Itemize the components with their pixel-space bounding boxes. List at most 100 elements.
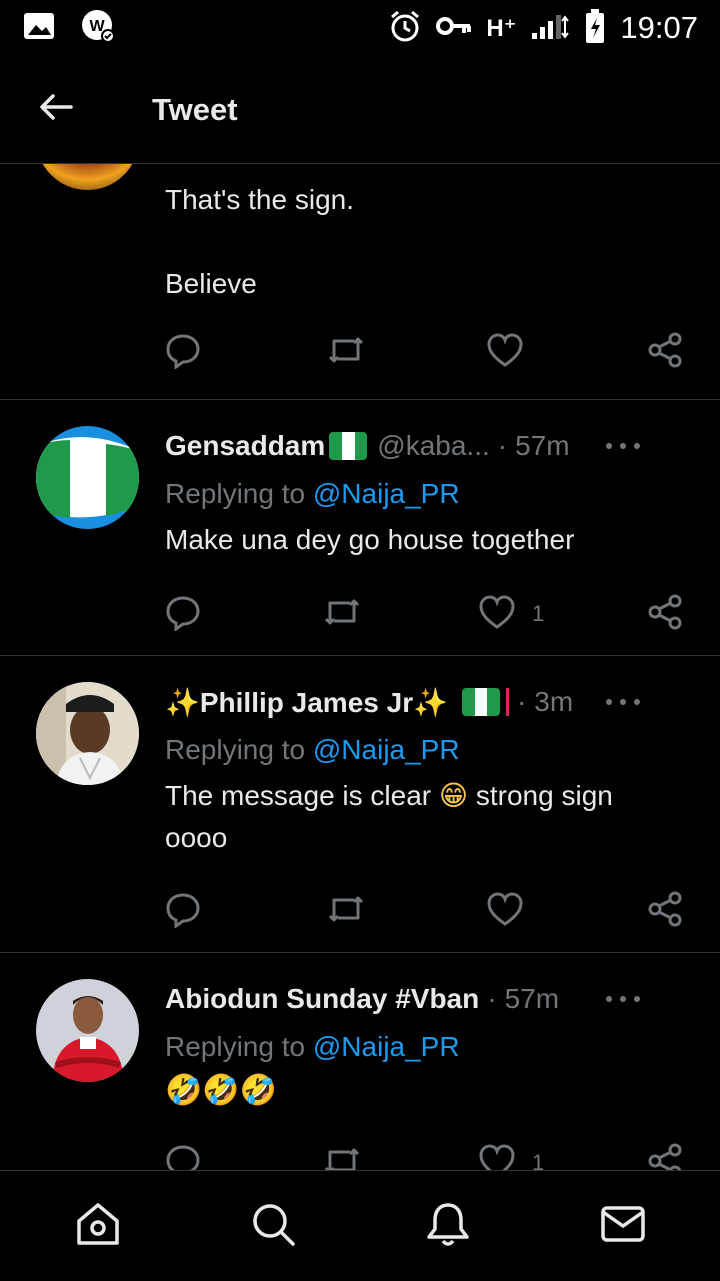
clock: 19:07 (620, 10, 698, 45)
truncated-emoji (505, 688, 509, 716)
more-options-button[interactable] (606, 425, 640, 467)
display-name[interactable]: Abiodun Sunday #Vban (165, 983, 479, 1015)
status-bar: W H⁺ 19:07 (0, 0, 720, 56)
timestamp: 57m (504, 983, 560, 1014)
tweet-text: Make una dey go house together (165, 524, 575, 555)
tweet-text: The message is clear 😁 strong sign (165, 775, 680, 817)
nigeria-flag-icon (329, 432, 368, 460)
nigeria-flag-icon (461, 688, 500, 716)
gallery-icon (22, 11, 56, 46)
retweet-icon (326, 890, 366, 933)
reply-button[interactable] (164, 1141, 202, 1170)
share-icon (646, 331, 684, 374)
display-name[interactable]: Gensaddam (165, 430, 325, 462)
display-name[interactable]: ✨Phillip James Jr✨ (165, 686, 448, 719)
nav-home[interactable] (53, 1181, 143, 1271)
tweet-item[interactable]: That's the sign. Believe (0, 164, 720, 400)
comment-icon (164, 593, 202, 636)
tweet-text-line2: oooo (165, 822, 228, 853)
comment-icon (164, 890, 202, 933)
tweet-actions (160, 330, 690, 374)
avatar[interactable] (36, 979, 139, 1082)
comment-icon (164, 1142, 202, 1170)
avatar[interactable] (36, 164, 139, 190)
like-button[interactable] (486, 889, 524, 933)
grinning-emoji: 😁 (438, 779, 469, 812)
share-button[interactable] (646, 330, 684, 374)
messages-icon (598, 1199, 648, 1254)
like-button[interactable]: 1 (478, 592, 544, 636)
nav-search[interactable] (228, 1181, 318, 1271)
like-button[interactable]: 1 (478, 1141, 544, 1170)
whatsapp-business-icon: W (80, 8, 116, 49)
retweet-button[interactable] (322, 592, 362, 636)
mention-link[interactable]: @Naija_PR (313, 478, 460, 509)
separator-dot: · (497, 430, 508, 461)
replying-to-label: Replying to (165, 1031, 313, 1062)
avatar[interactable] (36, 682, 139, 785)
separator-dot: · (487, 983, 497, 1014)
retweet-icon (322, 1142, 362, 1170)
app-header: Tweet (0, 56, 720, 164)
share-icon (646, 593, 684, 636)
like-button[interactable] (486, 330, 524, 374)
tweet-actions (160, 889, 690, 933)
alarm-icon (388, 9, 422, 48)
reply-button[interactable] (164, 889, 202, 933)
retweet-icon (322, 593, 362, 636)
tweet-header: ✨Phillip James Jr✨ · 3m (165, 681, 680, 723)
retweet-icon (326, 331, 366, 374)
battery-charging-icon (584, 8, 606, 49)
heart-icon (486, 891, 524, 932)
timestamp: 3m (534, 686, 574, 717)
nav-notifications[interactable] (403, 1181, 493, 1271)
share-icon (646, 1142, 684, 1170)
vpn-key-icon (436, 14, 472, 43)
share-button[interactable] (646, 1141, 684, 1170)
retweet-button[interactable] (322, 1141, 362, 1170)
share-button[interactable] (646, 889, 684, 933)
reply-button[interactable] (164, 592, 202, 636)
like-count: 1 (532, 601, 545, 626)
replying-to-label: Replying to (165, 734, 313, 765)
tweet-item[interactable]: ✨Phillip James Jr✨ · 3m Replying to @Nai… (0, 656, 720, 953)
replying-to: Replying to @Naija_PR (165, 1026, 460, 1068)
search-icon (248, 1199, 298, 1254)
tweet-text-part: The message is clear (165, 780, 439, 811)
tweet-item[interactable]: Abiodun Sunday #Vban · 57m Replying to @… (0, 953, 720, 1170)
page-title: Tweet (152, 91, 238, 127)
tweet-item[interactable]: Gensaddam @kaba... · 57m Replying to @Na… (0, 400, 720, 656)
more-options-button[interactable] (606, 681, 640, 723)
avatar[interactable] (36, 426, 139, 529)
back-button[interactable] (0, 56, 112, 164)
tweet-header: Abiodun Sunday #Vban · 57m (165, 978, 680, 1020)
nav-messages[interactable] (578, 1181, 668, 1271)
arrow-left-icon (39, 93, 73, 126)
separator-dot: · (516, 686, 527, 717)
reply-button[interactable] (164, 330, 202, 374)
tweet-actions: 1 (160, 1141, 690, 1170)
heart-icon (478, 594, 516, 635)
replying-to: Replying to @Naija_PR (165, 473, 460, 515)
tweet-text: 🤣🤣🤣 (165, 1073, 278, 1108)
heart-icon (478, 1143, 516, 1170)
bottom-navigation (0, 1170, 720, 1281)
replying-to: Replying to @Naija_PR (165, 729, 460, 771)
tweet-actions: 1 (160, 592, 690, 636)
share-button[interactable] (646, 592, 684, 636)
share-icon (646, 890, 684, 933)
tweet-text-part: strong sign (468, 780, 613, 811)
retweet-button[interactable] (326, 330, 366, 374)
timestamp: 57m (515, 430, 570, 461)
retweet-button[interactable] (326, 889, 366, 933)
tweet-text-line2: Believe (165, 268, 257, 299)
replies-feed[interactable]: That's the sign. Believe Gensaddam @kaba… (0, 164, 720, 1170)
mention-link[interactable]: @Naija_PR (313, 1031, 460, 1062)
like-count: 1 (532, 1150, 545, 1170)
heart-icon (486, 332, 524, 373)
notifications-icon (423, 1199, 473, 1254)
home-icon (73, 1199, 123, 1254)
user-handle[interactable]: @kaba... (377, 430, 489, 462)
mention-link[interactable]: @Naija_PR (313, 734, 460, 765)
more-options-button[interactable] (606, 978, 640, 1020)
